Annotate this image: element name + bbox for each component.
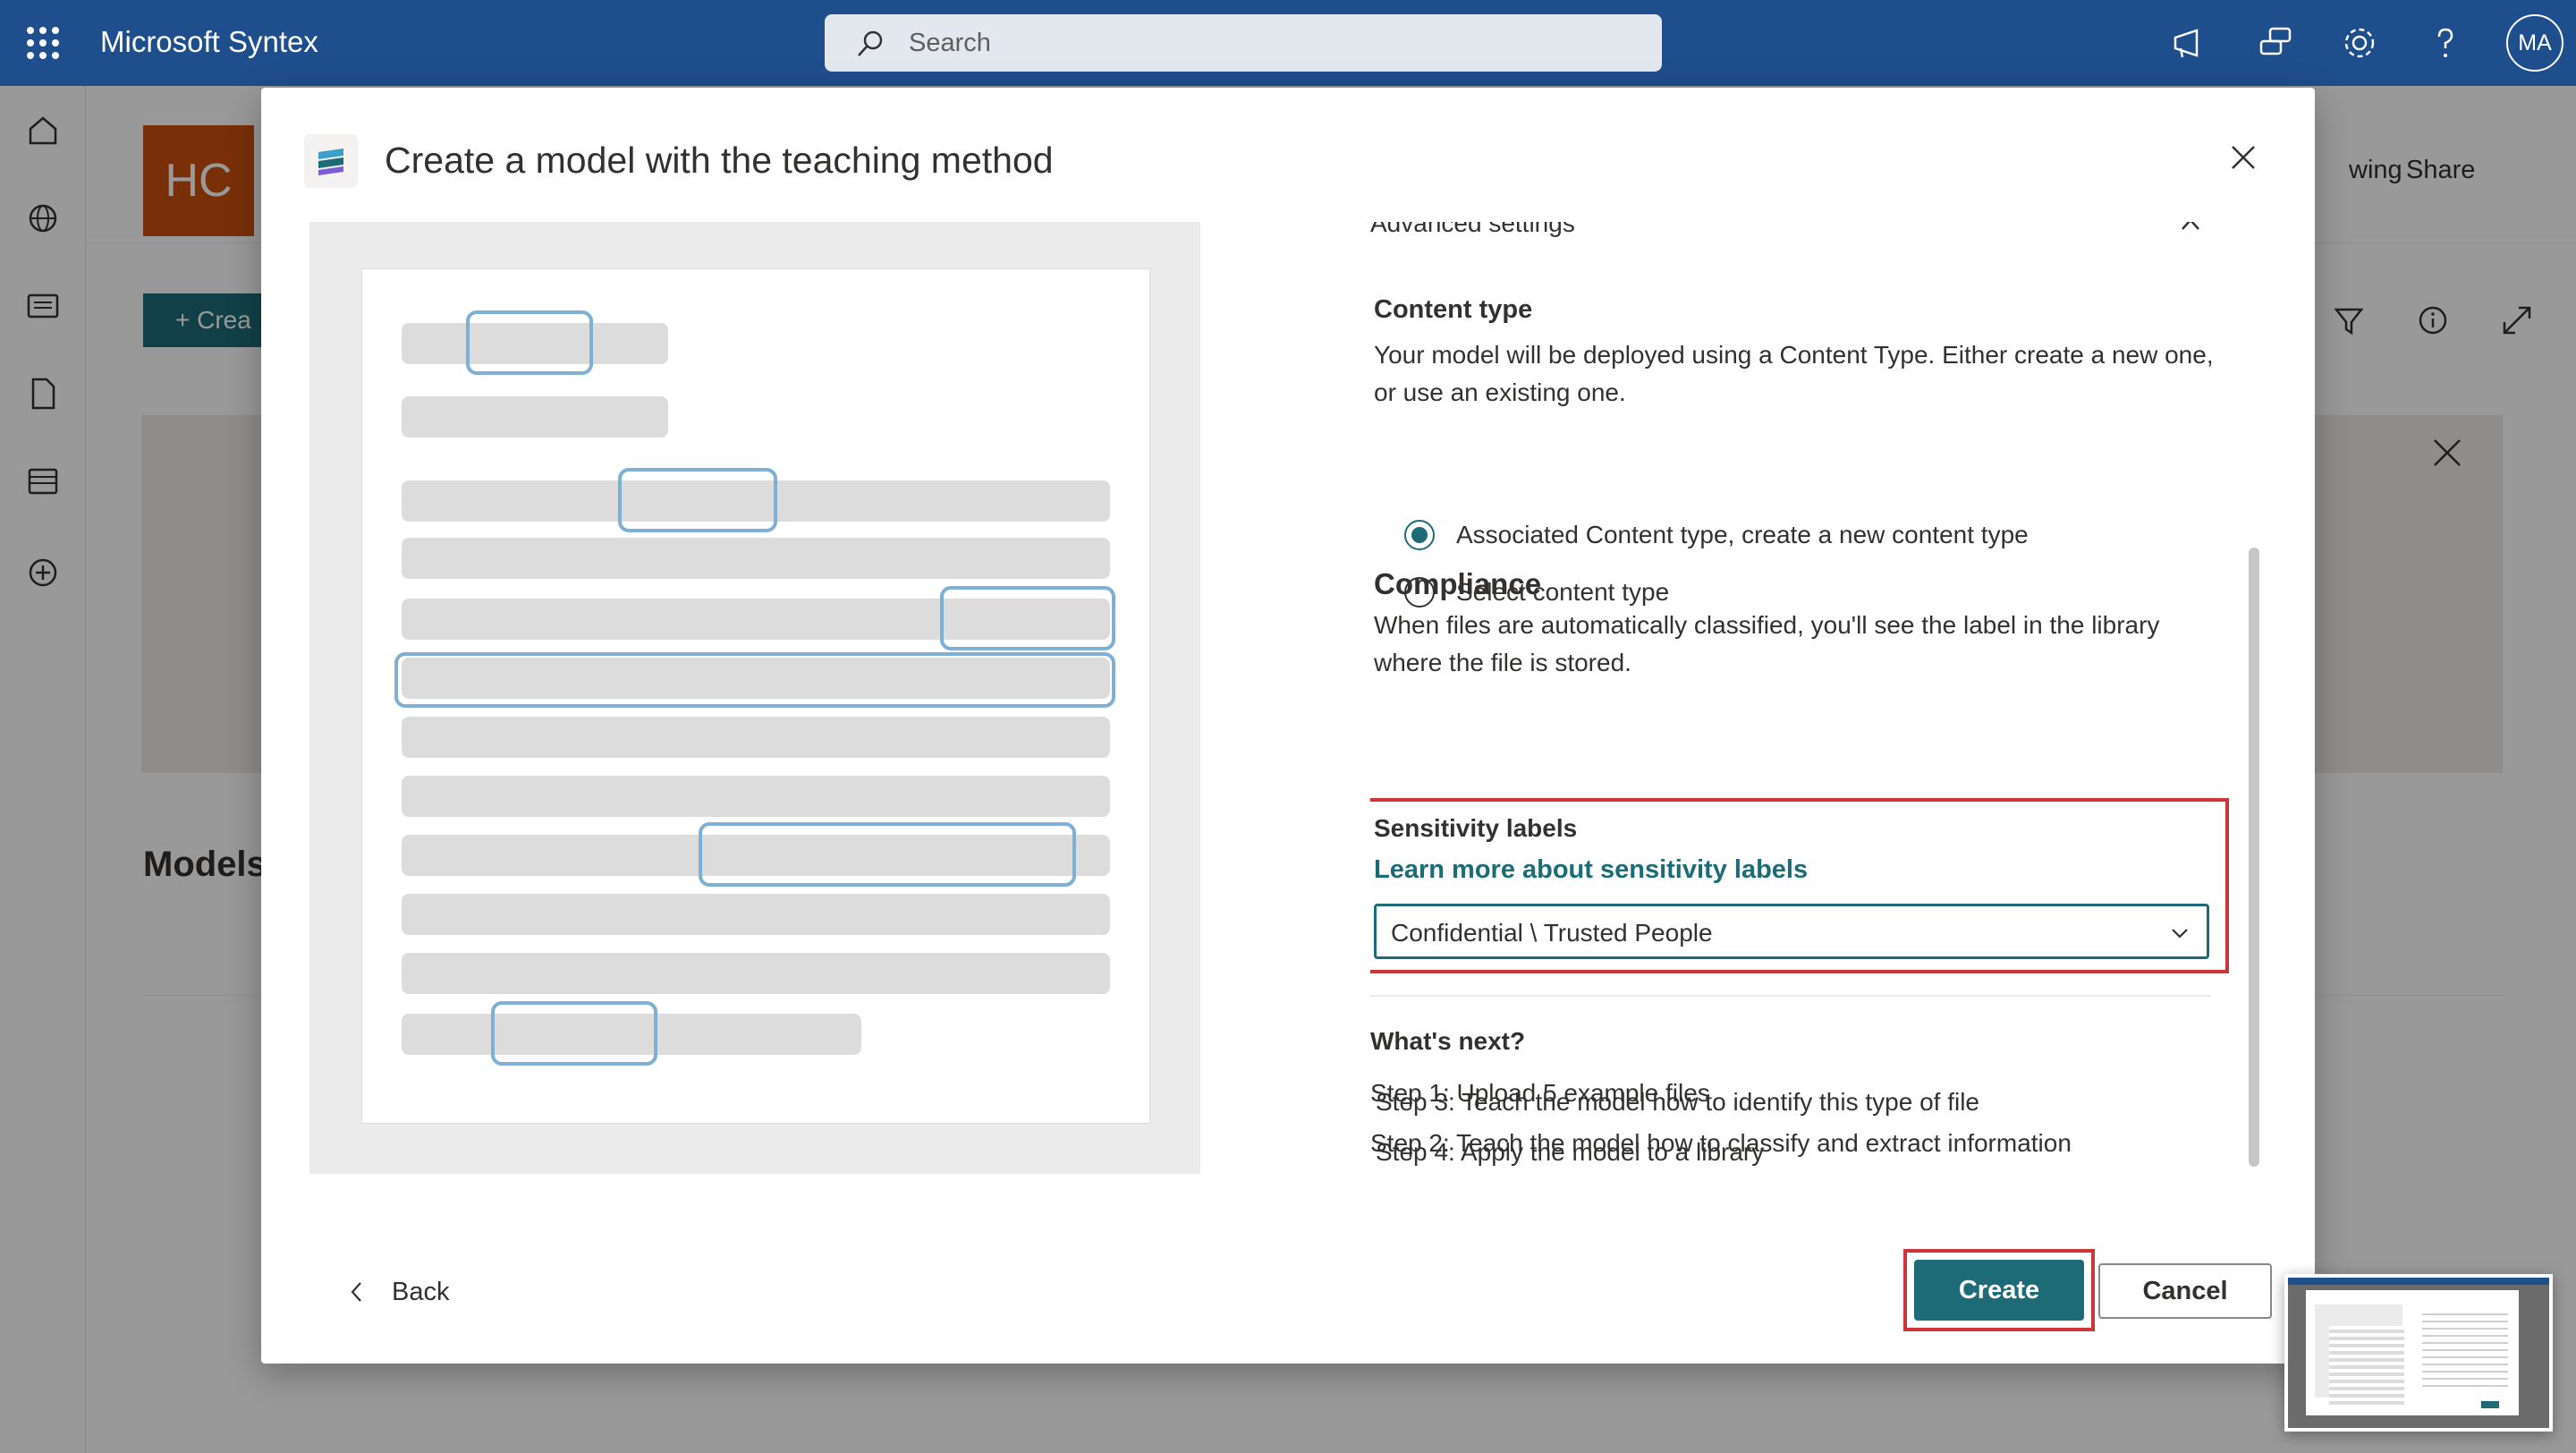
chevron-up-icon[interactable] [2175, 222, 2206, 240]
text-line [402, 776, 1110, 817]
cancel-button[interactable]: Cancel [2098, 1263, 2272, 1319]
text-line [402, 396, 668, 438]
content-type-title: Content type [1374, 295, 1533, 324]
text-line [402, 717, 1110, 758]
label-highlight [699, 822, 1076, 887]
chevron-left-icon [351, 1282, 361, 1302]
dropdown-value: Confidential \ Trusted People [1391, 919, 1713, 947]
divider [1370, 995, 2211, 997]
text-line [402, 894, 1110, 935]
label-highlight [491, 1001, 657, 1066]
syntex-icon [318, 149, 343, 175]
text-line [402, 538, 1110, 579]
sensitivity-label-dropdown[interactable]: Confidential \ Trusted People [1374, 904, 2209, 959]
advanced-settings-panel: Advanced settings Content type Your mode… [1370, 222, 2265, 1170]
help-icon[interactable] [2426, 23, 2465, 63]
whats-next-title: What's next? [1370, 1027, 1526, 1055]
megaphone-icon[interactable] [2170, 23, 2209, 63]
step-item: Step 3: Teach the model how to identify … [1376, 1088, 1979, 1116]
sensitivity-labels-title: Sensitivity labels [1374, 814, 1578, 842]
preview-illustration [309, 222, 1200, 1174]
label-highlight [618, 468, 777, 532]
create-button[interactable]: Create [1914, 1260, 2084, 1321]
label-highlight [394, 652, 1115, 708]
label-highlight [466, 310, 593, 375]
create-model-dialog: Create a model with the teaching method [261, 88, 2315, 1364]
chat-icon[interactable] [2256, 23, 2295, 63]
close-icon[interactable] [2224, 138, 2263, 177]
radio-label: Associated Content type, create a new co… [1456, 521, 2029, 548]
syntex-logo [304, 134, 358, 188]
sensitivity-learn-more-link[interactable]: Learn more about sensitivity labels [1374, 855, 1808, 885]
radio-new-content-type[interactable]: Associated Content type, create a new co… [1404, 517, 2029, 553]
search-placeholder: Search [909, 29, 991, 57]
back-button[interactable]: Back [343, 1270, 449, 1313]
app-title[interactable]: Microsoft Syntex [100, 25, 318, 59]
gear-icon[interactable] [2340, 23, 2379, 63]
compliance-title: Compliance [1374, 567, 1542, 600]
dialog-title: Create a model with the teaching method [385, 140, 1054, 181]
advanced-settings-header[interactable]: Advanced settings [1370, 222, 1575, 238]
chevron-down-icon [2172, 929, 2188, 939]
back-label: Back [392, 1277, 450, 1306]
suite-header: Microsoft Syntex Search MA [0, 0, 2576, 86]
panel-scrollbar[interactable] [2249, 548, 2259, 1167]
label-highlight [940, 586, 1115, 650]
user-avatar[interactable]: MA [2506, 14, 2563, 72]
search-input[interactable]: Search [825, 14, 1662, 72]
waffle-icon[interactable] [27, 27, 59, 59]
step-item: Step 4: Apply the model to a library [1376, 1138, 1765, 1166]
radio-button-checked[interactable] [1404, 520, 1435, 550]
thumbnail-image [2288, 1278, 2549, 1428]
search-icon [858, 30, 883, 56]
compliance-description: When files are automatically classified,… [1374, 611, 2160, 676]
text-line [402, 953, 1110, 994]
screenshot-thumbnail[interactable] [2284, 1274, 2553, 1432]
document-preview [361, 268, 1150, 1124]
content-type-description: Your model will be deployed using a Cont… [1374, 341, 2214, 406]
